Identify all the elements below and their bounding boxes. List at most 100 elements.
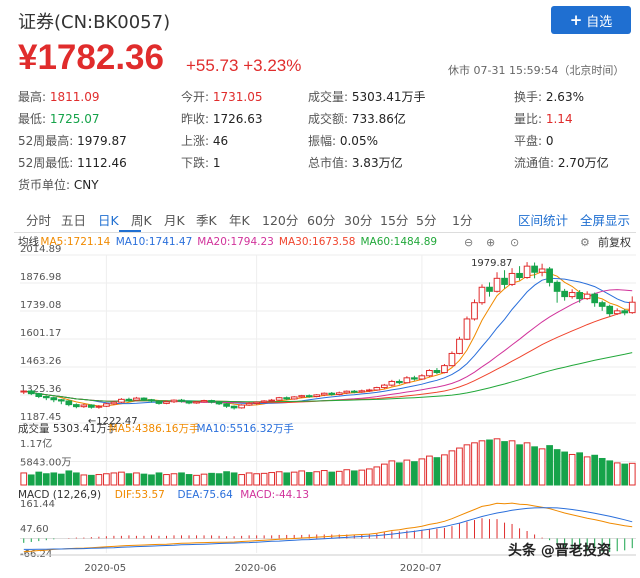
candle-body <box>65 400 73 406</box>
volume-bar <box>403 459 411 486</box>
volume-bar <box>320 470 328 486</box>
candle-body <box>501 277 508 285</box>
tab-2[interactable]: 日K <box>98 210 119 229</box>
volume-bar <box>230 472 238 486</box>
stat-value: 1725.07 <box>46 112 100 126</box>
volume-bar <box>538 448 546 486</box>
candle-body <box>538 268 546 273</box>
candle-body <box>516 272 523 279</box>
candle-body <box>335 392 343 395</box>
fullscreen-link[interactable]: 全屏显示 <box>580 210 630 229</box>
volume-bar <box>50 472 58 486</box>
tab-7[interactable]: 120分 <box>262 210 298 229</box>
stat-item: 52周最高: 1979.87 <box>18 132 127 149</box>
candle-body <box>403 377 411 384</box>
volume-bar <box>583 456 591 486</box>
volume-bar <box>373 466 381 486</box>
volume-bar <box>103 473 110 486</box>
x-axis-tick: 2020-07 <box>400 563 442 574</box>
legend-item: DEA:75.64 <box>178 489 234 501</box>
volume-bar <box>561 451 568 486</box>
tab-0[interactable]: 分时 <box>26 210 51 229</box>
tab-9[interactable]: 30分 <box>344 210 372 229</box>
tab-6[interactable]: 年K <box>229 210 250 229</box>
stat-label: 总市值: <box>308 156 349 170</box>
tab-1[interactable]: 五日 <box>61 210 86 229</box>
x-axis-tick: 2020-06 <box>235 563 277 574</box>
candle-body <box>613 310 621 315</box>
candle-body <box>373 387 381 391</box>
legend-item: MA60:1484.89 <box>361 236 438 248</box>
volume-axis-tick: 5843.00万 <box>20 458 71 469</box>
candle-body <box>193 401 200 404</box>
high-annotation: 1979.87 <box>471 258 512 269</box>
candle-body <box>290 396 298 400</box>
volume-bar <box>396 462 403 486</box>
tab-3[interactable]: 周K <box>131 210 152 229</box>
zoom-in-icon: ⊕ <box>486 236 495 249</box>
stat-label: 货币单位: <box>18 178 71 192</box>
price-axis-tick: 1876.98 <box>20 272 61 283</box>
volume-bar <box>215 473 223 486</box>
candle-body <box>35 393 43 397</box>
candle-body <box>396 380 403 384</box>
add-to-watchlist-button[interactable]: + 自选 <box>551 6 631 34</box>
volume-bar <box>516 444 523 486</box>
stat-value: 1726.63 <box>209 112 263 126</box>
volume-bar <box>546 445 553 486</box>
stat-label: 成交量: <box>308 90 349 104</box>
kline-chart-area[interactable]: 均线 MA5:1721.14 MA10:1741.47 MA20:1794.23 MA3… <box>0 233 640 578</box>
volume-bar <box>253 473 260 486</box>
tab-5[interactable]: 季K <box>196 210 217 229</box>
volume-bar <box>576 452 584 486</box>
volume-bar <box>155 472 163 486</box>
stat-label: 下跌: <box>181 156 210 170</box>
volume-bar <box>350 470 358 486</box>
tab-4[interactable]: 月K <box>164 210 185 229</box>
volume-bar <box>463 444 471 486</box>
tab-10[interactable]: 15分 <box>380 210 408 229</box>
stat-item: 昨收: 1726.63 <box>181 110 262 127</box>
tab-8[interactable]: 60分 <box>307 210 335 229</box>
volume-bar <box>238 474 245 486</box>
stat-item: 平盘: 0 <box>514 132 554 149</box>
stat-item: 今开: 1731.05 <box>181 88 262 105</box>
candle-body <box>27 390 35 395</box>
volume-bar <box>448 450 456 486</box>
volume-bar <box>133 472 140 486</box>
volume-bar <box>621 463 629 486</box>
x-axis-tick: 2020-05 <box>84 563 126 574</box>
candle-body <box>478 286 486 304</box>
candle-body <box>253 401 260 404</box>
candle-body <box>200 400 208 403</box>
stat-item: 量比: 1.14 <box>514 110 573 127</box>
volume-bar <box>268 472 276 486</box>
candle-body <box>463 318 471 340</box>
volume-bar <box>208 472 215 486</box>
candle-body <box>245 402 253 406</box>
legend-item: MA30:1673.58 <box>279 236 356 248</box>
ma20-line <box>23 289 633 404</box>
stat-value: 1979.87 <box>73 134 127 148</box>
stat-item: 货币单位: CNY <box>18 176 99 193</box>
candle-body <box>441 365 448 374</box>
stat-value: 1.14 <box>542 112 573 126</box>
candle-body <box>418 375 426 380</box>
volume-bar <box>110 472 118 486</box>
volume-bar <box>260 472 268 486</box>
tab-12[interactable]: 1分 <box>452 210 472 229</box>
stat-item: 总市值: 3.83万亿 <box>308 154 403 171</box>
tab-11[interactable]: 5分 <box>416 210 436 229</box>
volume-bar <box>418 458 426 486</box>
stat-item: 上涨: 46 <box>181 132 228 149</box>
candle-body <box>230 405 238 409</box>
current-price: ¥1782.36 <box>18 38 164 77</box>
volume-bar <box>125 473 133 486</box>
range-stats-link[interactable]: 区间统计 <box>518 210 568 229</box>
stat-value: 2.70万亿 <box>554 156 609 170</box>
legend-item: MA5:4386.16万手 <box>109 422 200 435</box>
stat-item: 下跌: 1 <box>181 154 221 171</box>
candle-body <box>283 397 291 400</box>
stat-label: 今开: <box>181 90 210 104</box>
volume-bar <box>72 472 80 486</box>
